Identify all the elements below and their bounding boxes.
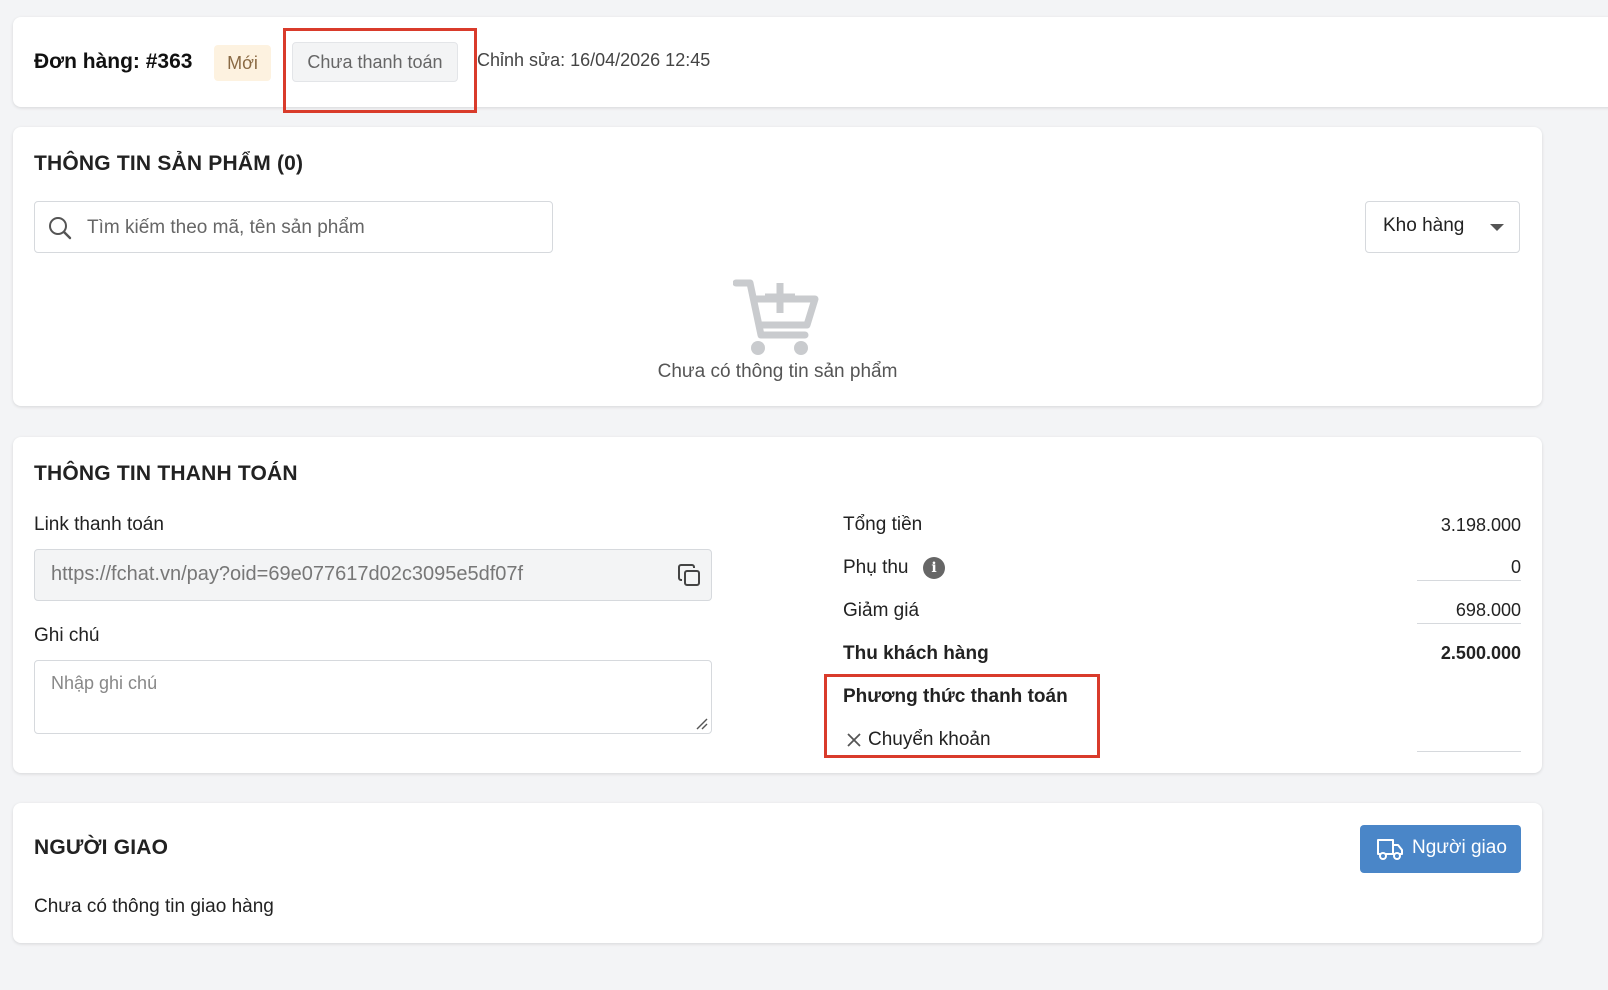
- delivery-empty-text: Chưa có thông tin giao hàng: [34, 896, 274, 917]
- cart-plus-icon: [733, 279, 819, 355]
- delivery-section: NGƯỜI GIAO Người giao Chưa có thông tin …: [13, 803, 1542, 943]
- assign-shipper-button[interactable]: Người giao: [1360, 825, 1521, 873]
- assign-shipper-button-label: Người giao: [1412, 837, 1507, 858]
- highlight-box-unpaid: [283, 28, 477, 113]
- highlight-box-payment-method: [824, 674, 1100, 758]
- collect-label: Thu khách hàng: [843, 643, 989, 664]
- product-section-title: THÔNG TIN SẢN PHẨM (0): [34, 152, 304, 175]
- collect-value: 2.500.000: [1440, 643, 1521, 663]
- warehouse-select[interactable]: Kho hàng: [1365, 201, 1520, 253]
- copy-icon[interactable]: [677, 563, 703, 589]
- resize-handle-icon[interactable]: [696, 718, 708, 730]
- payment-link-value: https://fchat.vn/pay?oid=69e077617d02c30…: [51, 563, 524, 585]
- payment-link-label: Link thanh toán: [34, 514, 164, 535]
- surcharge-underline: [1417, 580, 1521, 581]
- info-icon[interactable]: i: [923, 557, 945, 579]
- surcharge-value[interactable]: 0: [1511, 557, 1521, 578]
- order-header: Đơn hàng: #363 Mới Chưa thanh toán Chỉnh…: [13, 17, 1608, 107]
- delivery-section-title: NGƯỜI GIAO: [34, 836, 169, 859]
- discount-label: Giảm giá: [843, 600, 920, 621]
- note-field[interactable]: [34, 660, 712, 734]
- caret-down-icon: [1490, 224, 1504, 231]
- total-value: 3.198.000: [1440, 515, 1521, 535]
- payment-section: THÔNG TIN THANH TOÁN Link thanh toán htt…: [13, 437, 1542, 773]
- search-input[interactable]: [85, 212, 539, 244]
- discount-value[interactable]: 698.000: [1456, 600, 1521, 621]
- product-section: THÔNG TIN SẢN PHẨM (0) Kho hàng Chưa có …: [13, 127, 1542, 406]
- order-title: Đơn hàng: #363: [34, 50, 193, 73]
- empty-products-text: Chưa có thông tin sản phẩm: [657, 361, 898, 382]
- payment-method-underline: [1417, 751, 1521, 752]
- surcharge-label: Phụ thu: [843, 557, 909, 578]
- status-badge-new: Mới: [214, 45, 271, 81]
- truck-icon: [1377, 839, 1403, 860]
- edit-timestamp: Chỉnh sửa: 16/04/2026 12:45: [477, 50, 711, 70]
- note-label: Ghi chú: [34, 625, 100, 646]
- note-input[interactable]: [35, 661, 711, 733]
- total-label: Tổng tiền: [843, 514, 923, 535]
- search-icon: [49, 217, 72, 240]
- warehouse-select-label: Kho hàng: [1383, 215, 1465, 236]
- discount-underline: [1417, 623, 1521, 624]
- product-search[interactable]: [34, 201, 553, 253]
- payment-link-field[interactable]: https://fchat.vn/pay?oid=69e077617d02c30…: [34, 549, 712, 601]
- payment-section-title: THÔNG TIN THANH TOÁN: [34, 462, 298, 485]
